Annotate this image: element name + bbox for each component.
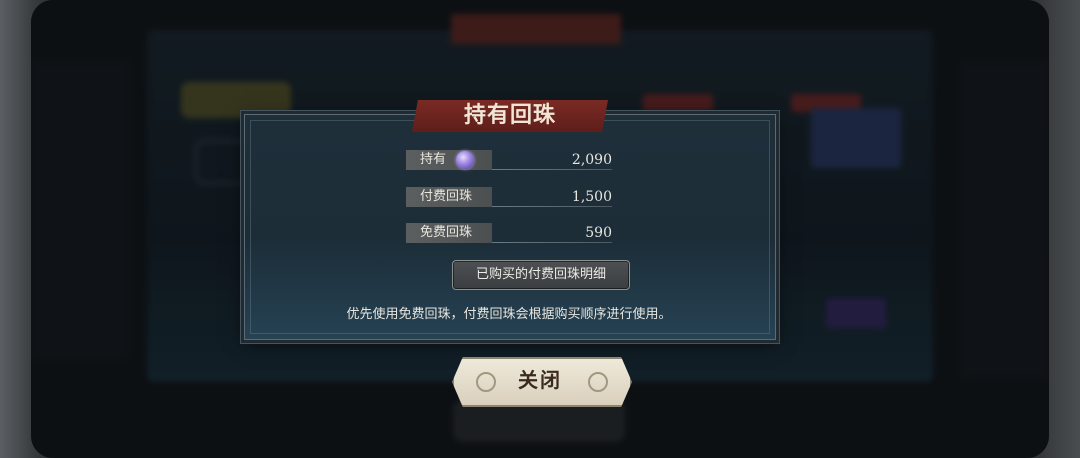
purchase-history-button[interactable]: 已购买的付费回珠明细 [452, 260, 630, 290]
row-label: 付费回珠 [406, 187, 492, 207]
row-value: 2,090 [571, 152, 612, 168]
close-button-label[interactable]: 关闭 [452, 357, 628, 403]
gem-icon [456, 151, 474, 169]
balance-row-paid: 付费回珠 1,500 [406, 187, 612, 207]
balance-row-total: 持有 2,090 [406, 150, 612, 170]
row-value: 590 [585, 225, 612, 241]
balance-row-free: 免费回珠 590 [406, 223, 612, 243]
row-label: 免费回珠 [406, 223, 492, 243]
row-value: 1,500 [571, 189, 612, 205]
row-label: 持有 [406, 150, 492, 170]
usage-note: 优先使用免费回珠，付费回珠会根据购买顺序进行使用。 [346, 307, 672, 322]
dialog-title: 持有回珠 [463, 103, 556, 128]
